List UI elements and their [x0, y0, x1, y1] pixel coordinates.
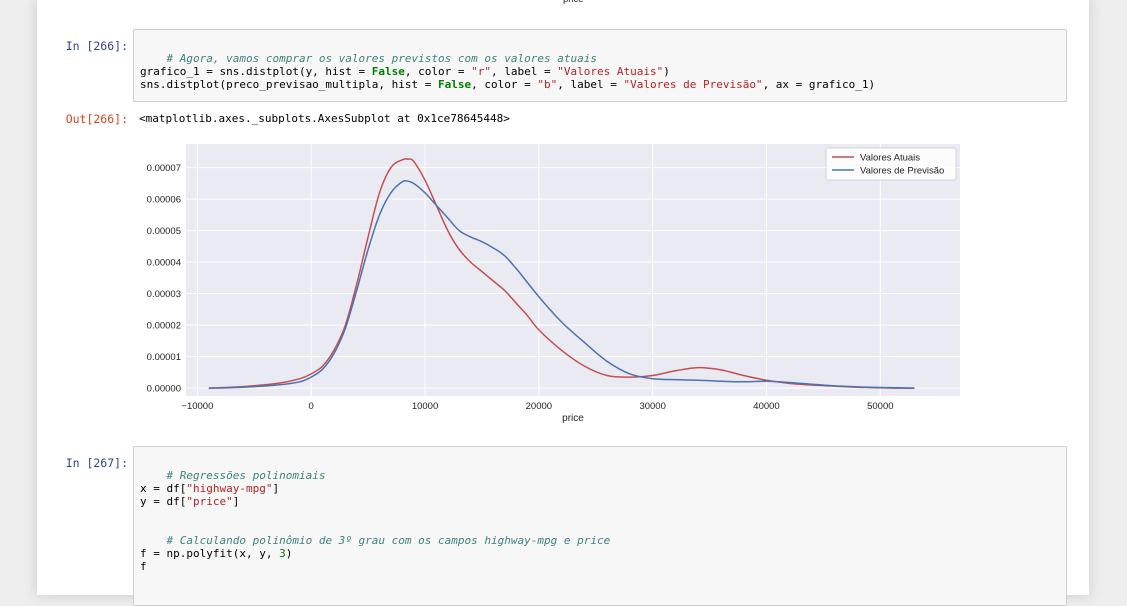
legend-label: Valores de Previsão: [860, 166, 944, 177]
code-string: "price": [186, 495, 233, 508]
code-line: # Regressões polinomiais: [140, 456, 1060, 482]
code-line: x = df["highway-mpg"]: [140, 482, 1060, 495]
code-number: 3: [279, 547, 286, 560]
code-line: f: [140, 560, 1060, 573]
x-tick-label: 50000: [867, 401, 893, 412]
code-comment: # Calculando polinômio de 3º grau com os…: [166, 534, 611, 547]
code-line: # Calculando polinômio de 3º grau com os…: [140, 521, 1060, 547]
code-token: f = np.polyfit(x, y,: [140, 547, 280, 560]
code-token: ]: [272, 482, 280, 495]
y-tick-label: 0.00006: [147, 195, 181, 206]
y-tick-label: 0.00002: [147, 321, 181, 332]
code-token: f: [140, 560, 147, 573]
x-tick-label: −10000: [181, 401, 213, 412]
cell-267-in-prompt: In [267]:: [65, 456, 128, 470]
code-token: ]: [232, 495, 240, 508]
code-token: x = df[: [140, 482, 187, 495]
y-tick-label: 0.00005: [147, 226, 181, 237]
x-tick-label: 40000: [753, 401, 779, 412]
code-string: "highway-mpg": [186, 482, 273, 495]
chart-legend: Valores Atuais Valores de Previsão: [825, 147, 957, 181]
code-comment: # Regressões polinomiais: [166, 469, 326, 482]
x-tick-label: 0: [309, 401, 314, 412]
x-tick-label: 20000: [526, 401, 552, 412]
y-tick-label: 0.00001: [147, 352, 181, 363]
code-token: y = df[: [140, 495, 187, 508]
code-token: ): [285, 547, 293, 560]
x-axis-label: price: [562, 413, 584, 424]
cell-267-code-editor[interactable]: # Regressões polinomiais x = df["highway…: [133, 446, 1067, 606]
code-line: f = np.polyfit(x, y, 3): [140, 547, 1060, 560]
y-tick-label: 0.00007: [147, 163, 181, 174]
code-line: y = df["price"]: [140, 495, 1060, 508]
kde-chart: −10000 0 10000 20000 30000 40000 50000 0.00000 0…: [147, 144, 960, 424]
y-tick-label: 0.00000: [147, 384, 181, 395]
y-tick-label: 0.00004: [147, 258, 181, 269]
y-tick-label: 0.00003: [147, 289, 181, 300]
legend-label: Valores Atuais: [860, 153, 920, 164]
x-tick-label: 30000: [639, 401, 665, 412]
x-tick-label: 10000: [412, 401, 438, 412]
